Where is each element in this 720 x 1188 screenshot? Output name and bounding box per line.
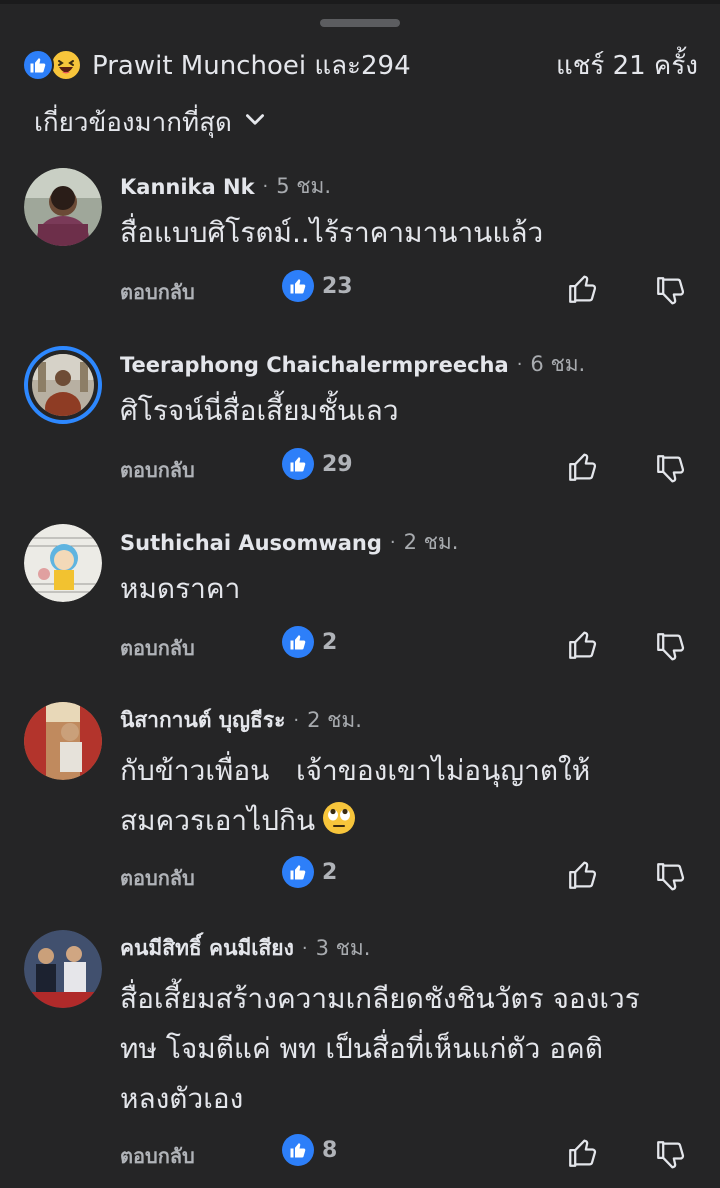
- commenter-name[interactable]: นิสากานต์ บุญธีระ: [120, 704, 285, 737]
- comment-line: กับข้าวเพื่อน เจ้าของเขาไม่อนุญาตให้: [120, 754, 591, 787]
- like-count: 2: [322, 629, 338, 655]
- comment-line: ศิโรจน์นี่สื่อเสี้ยมชั้นเลว: [120, 394, 399, 427]
- comment-text: หมดราคา: [120, 564, 700, 614]
- comments-sheet: Prawit Munchoei และ294 แชร์ 21 ครั้ง เกี…: [0, 0, 720, 1188]
- reactions-summary[interactable]: Prawit Munchoei และ294 แชร์ 21 ครั้ง: [22, 44, 698, 86]
- thumbs-down-icon[interactable]: [654, 630, 688, 664]
- like-count: 2: [322, 859, 338, 885]
- like-icon: [282, 270, 314, 302]
- separator-dot: ·: [516, 354, 523, 375]
- comment-text: ศิโรจน์นี่สื่อเสี้ยมชั้นเลว: [120, 386, 700, 436]
- avatar[interactable]: [24, 524, 102, 602]
- like-icon: [282, 1134, 314, 1166]
- sort-label: เกี่ยวข้องมากที่สุด: [34, 107, 232, 138]
- haha-icon: [50, 49, 82, 81]
- thumbs-up-icon[interactable]: [566, 450, 600, 484]
- shares-count[interactable]: แชร์ 21 ครั้ง: [556, 45, 698, 86]
- avatar[interactable]: [24, 930, 102, 1008]
- like-count: 8: [322, 1137, 338, 1163]
- reply-button[interactable]: ตอบกลับ: [120, 454, 195, 486]
- commenter-name[interactable]: Kannika Nk: [120, 175, 255, 199]
- comment-actions: ตอบกลับ 2: [120, 856, 700, 896]
- comment-time[interactable]: 6 ชม.: [530, 348, 585, 381]
- thumbs-down-icon[interactable]: [654, 860, 688, 894]
- like-summary[interactable]: 29: [282, 448, 353, 480]
- commenter-name[interactable]: Suthichai Ausomwang: [120, 531, 382, 555]
- thumbs-down-icon[interactable]: [654, 1138, 688, 1172]
- comment-line: สื่อเสี้ยมสร้างความเกลียดชังชินวัตร จองเ…: [120, 982, 640, 1015]
- avatar[interactable]: [24, 702, 102, 780]
- thumbs-up-icon[interactable]: [566, 272, 600, 306]
- comment-time[interactable]: 3 ชม.: [316, 932, 371, 965]
- sort-selector[interactable]: เกี่ยวข้องมากที่สุด: [34, 100, 268, 144]
- thumbs-up-icon[interactable]: [566, 628, 600, 662]
- reply-button[interactable]: ตอบกลับ: [120, 1140, 195, 1172]
- separator-dot: ·: [293, 710, 300, 731]
- comment-actions: ตอบกลับ 29: [120, 448, 700, 488]
- like-summary[interactable]: 2: [282, 626, 337, 658]
- commenter-name[interactable]: Teeraphong Chaichalermpreecha: [120, 353, 509, 377]
- like-summary[interactable]: 23: [282, 270, 353, 302]
- like-icon: [22, 49, 54, 81]
- comment-item: คนมีสิทธิ์ คนมีเสียง · 3 ชม. สื่อเสี้ยมส…: [0, 926, 720, 1176]
- thumbs-up-icon[interactable]: [566, 1136, 600, 1170]
- like-icon: [282, 626, 314, 658]
- comment-time[interactable]: 2 ชม.: [307, 704, 362, 737]
- like-summary[interactable]: 8: [282, 1134, 337, 1166]
- separator-dot: ·: [389, 532, 396, 553]
- like-summary[interactable]: 2: [282, 856, 337, 888]
- top-edge: [0, 0, 720, 4]
- commenter-name[interactable]: คนมีสิทธิ์ คนมีเสียง: [120, 932, 294, 965]
- comment-item: Teeraphong Chaichalermpreecha · 6 ชม. ศิ…: [0, 342, 720, 492]
- comment-actions: ตอบกลับ 2: [120, 626, 700, 666]
- comment-item: Suthichai Ausomwang · 2 ชม. หมดราคา ตอบก…: [0, 520, 720, 670]
- drag-handle[interactable]: [320, 19, 400, 27]
- separator-dot: ·: [262, 176, 269, 197]
- comment-item: Kannika Nk · 5 ชม. สื่อแบบศิโรตม์..ไร้รา…: [0, 164, 720, 314]
- like-count: 23: [322, 273, 353, 299]
- like-icon: [282, 856, 314, 888]
- comment-line-with-emoji: สมควรเอาไปกิน: [120, 796, 700, 846]
- separator-dot: ·: [301, 938, 308, 959]
- comment-line: หมดราคา: [120, 572, 241, 605]
- comment-time[interactable]: 5 ชม.: [276, 170, 331, 203]
- reply-button[interactable]: ตอบกลับ: [120, 862, 195, 894]
- comment-item: นิสากานต์ บุญธีระ · 2 ชม. กับข้าวเพื่อน …: [0, 698, 720, 898]
- comment-actions: ตอบกลับ 23: [120, 270, 700, 310]
- comment-time[interactable]: 2 ชม.: [404, 526, 459, 559]
- comment-actions: ตอบกลับ 8: [120, 1134, 700, 1174]
- reactors-text[interactable]: Prawit Munchoei และ294: [92, 45, 411, 86]
- reply-button[interactable]: ตอบกลับ: [120, 276, 195, 308]
- thumbs-down-icon[interactable]: [654, 452, 688, 486]
- comment-text: สื่อเสี้ยมสร้างความเกลียดชังชินวัตร จองเ…: [120, 974, 700, 1124]
- avatar[interactable]: [24, 168, 102, 246]
- comment-text: สื่อแบบศิโรตม์..ไร้ราคามานานแล้ว: [120, 208, 700, 258]
- comment-line: สื่อแบบศิโรตม์..ไร้ราคามานานแล้ว: [120, 216, 544, 249]
- avatar[interactable]: [24, 346, 102, 424]
- face-with-rolling-eyes-icon: [321, 800, 357, 836]
- comment-line: หลงตัวเอง: [120, 1082, 244, 1115]
- chevron-down-icon: [242, 107, 268, 137]
- comment-line: ทษ โจมตีแค่ พท เป็นสื่อที่เห็นแก่ตัว อคต…: [120, 1032, 603, 1065]
- comment-line: สมควรเอาไปกิน: [120, 804, 316, 837]
- thumbs-down-icon[interactable]: [654, 274, 688, 308]
- reply-button[interactable]: ตอบกลับ: [120, 632, 195, 664]
- thumbs-up-icon[interactable]: [566, 858, 600, 892]
- like-count: 29: [322, 451, 353, 477]
- comment-text: กับข้าวเพื่อน เจ้าของเขาไม่อนุญาตให้ สมค…: [120, 746, 700, 846]
- like-icon: [282, 448, 314, 480]
